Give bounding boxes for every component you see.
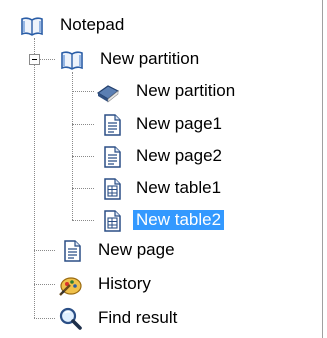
magnifier-icon	[58, 307, 82, 331]
tree-node-child-partition[interactable]: New partition	[0, 76, 322, 106]
page-icon	[100, 113, 124, 137]
table-icon	[100, 177, 124, 201]
tree-node-new-table2[interactable]: New table2	[0, 205, 322, 235]
closed-book-icon	[96, 80, 120, 104]
tree-node-label: New partition	[136, 81, 236, 100]
tree-node-label: New page	[98, 240, 175, 259]
tree-node-new-partition[interactable]: New partition	[0, 44, 322, 74]
page-icon	[60, 239, 84, 263]
tree-node-label: Notepad	[60, 15, 125, 34]
notepad-tree-view[interactable]: Notepad New partition New partition New …	[0, 0, 323, 338]
tree-node-label-selected: New table2	[133, 210, 225, 230]
tree-node-new-page[interactable]: New page	[0, 235, 322, 265]
page-icon	[100, 145, 124, 169]
history-icon	[58, 273, 82, 297]
tree-node-new-table1[interactable]: New table1	[0, 173, 322, 203]
tree-node-label: New page1	[136, 114, 223, 133]
tree-node-new-page2[interactable]: New page2	[0, 141, 322, 171]
tree-node-new-page1[interactable]: New page1	[0, 109, 322, 139]
tree-node-find-result[interactable]: Find result	[0, 303, 322, 333]
tree-node-label: History	[98, 274, 151, 293]
tree-node-notepad[interactable]: Notepad	[0, 10, 322, 40]
open-book-icon	[20, 14, 44, 38]
tree-node-history[interactable]: History	[0, 269, 322, 299]
tree-node-label: New partition	[100, 49, 200, 68]
tree-node-label: Find result	[98, 308, 178, 327]
tree-node-label: New table1	[136, 178, 222, 197]
table-icon	[100, 209, 124, 233]
open-book-icon	[60, 48, 84, 72]
tree-node-label: New page2	[136, 146, 223, 165]
